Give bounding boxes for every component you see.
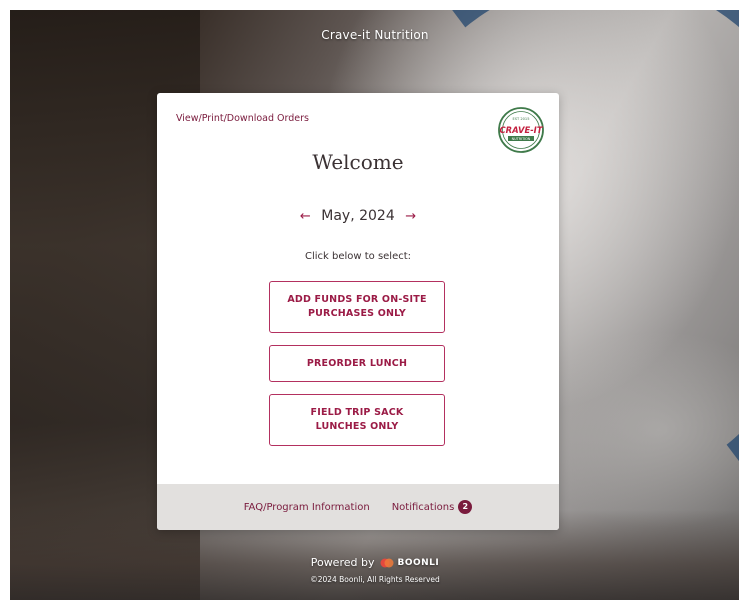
boonli-mark-icon bbox=[380, 558, 394, 567]
card-footer: FAQ/Program Information Notifications 2 bbox=[157, 484, 559, 530]
field-trip-sack-lunches-button[interactable]: FIELD TRIP SACK LUNCHES ONLY bbox=[269, 394, 445, 446]
boonli-logo: BOONLI bbox=[380, 557, 439, 569]
notifications-link[interactable]: Notifications 2 bbox=[392, 500, 473, 514]
previous-month-arrow-icon[interactable]: ← bbox=[300, 209, 311, 224]
notifications-label: Notifications bbox=[391, 501, 455, 513]
current-month-label: May, 2024 bbox=[321, 208, 395, 224]
next-month-arrow-icon[interactable]: → bbox=[405, 209, 416, 224]
boonli-wordmark: BOONLI bbox=[397, 557, 440, 568]
powered-by-row: Powered by BOONLI bbox=[0, 556, 750, 569]
powered-by-text: Powered by bbox=[310, 556, 375, 569]
welcome-heading: Welcome bbox=[312, 150, 404, 174]
preorder-lunch-button[interactable]: PREORDER LUNCH bbox=[269, 345, 445, 382]
add-funds-button[interactable]: ADD FUNDS FOR ON-SITE PURCHASES ONLY bbox=[269, 281, 445, 333]
crave-it-logo: EST 2015 CRAVE-IT NUTRITION bbox=[498, 107, 544, 153]
logo-top-text: EST 2015 bbox=[512, 117, 529, 121]
faq-program-information-link[interactable]: FAQ/Program Information bbox=[244, 502, 370, 513]
logo-sub-text: NUTRITION bbox=[512, 137, 531, 141]
copyright-text: ©2024 Boonli, All Rights Reserved bbox=[310, 575, 440, 584]
notifications-count-badge: 2 bbox=[458, 500, 473, 514]
view-print-download-orders-link[interactable]: View/Print/Download Orders bbox=[176, 113, 309, 124]
logo-main-text: CRAVE-IT bbox=[499, 125, 543, 135]
month-navigator: ← May, 2024 → bbox=[157, 208, 559, 224]
site-title: Crave-it Nutrition bbox=[321, 28, 429, 42]
welcome-card: View/Print/Download Orders EST 2015 CRAV… bbox=[157, 93, 559, 530]
selection-instruction: Click below to select: bbox=[304, 251, 412, 262]
